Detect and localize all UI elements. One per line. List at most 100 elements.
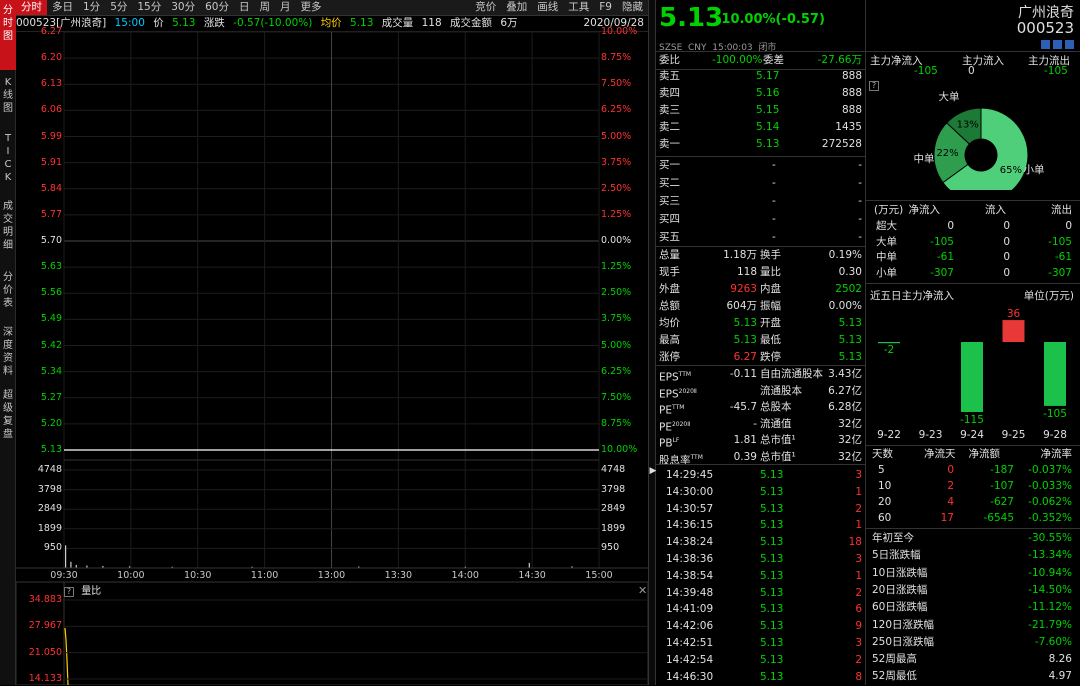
fin-label-sup: TTM — [678, 371, 692, 378]
tick-time: 14:42:06 — [666, 620, 714, 633]
tick-row[interactable]: 14:41:09 5.13 6 — [656, 601, 865, 618]
tick-time: 14:36:15 — [666, 519, 714, 532]
price-tick-label: 5.20 — [40, 417, 62, 429]
tick-price: 5.13 — [760, 519, 784, 532]
tick-row[interactable]: 14:36:15 5.13 1 — [656, 517, 865, 534]
capital-net: 0 — [947, 220, 954, 232]
stats-row: 总额 604万 振幅 0.00% — [656, 298, 865, 315]
days-net-amount: -187 — [990, 464, 1014, 476]
days-net-amount: -107 — [990, 480, 1014, 492]
ask-volume: 888 — [841, 87, 862, 99]
tick-time: 14:41:09 — [666, 603, 714, 616]
volume-tick-label: 2849 — [37, 503, 62, 515]
panel-splitter[interactable]: ▶ — [648, 0, 656, 685]
pct-tick-label: 2.50% — [601, 287, 632, 299]
perf-row: 120日涨跌幅 -21.79% — [866, 617, 1080, 634]
stat-label: 最低 — [760, 334, 781, 346]
perf-label: 250日涨跌幅 — [872, 635, 935, 648]
perf-label: 60日涨跌幅 — [872, 601, 928, 614]
tick-time: 14:46:30 — [666, 670, 714, 683]
pct-tick-label: 10.00% — [601, 444, 638, 455]
capital-col-head: 流入 — [985, 204, 1006, 216]
volume-tick-label-right: 3798 — [601, 483, 626, 495]
close-icon[interactable]: ✕ — [638, 584, 647, 597]
stat-value: 0.30 — [838, 266, 862, 278]
days-col-head: 天数 — [872, 448, 893, 460]
stats-row: 均价 5.13 开盘 5.13 — [656, 315, 865, 332]
weibi-value: -100.00% — [712, 54, 763, 66]
volume-tick-label: 4748 — [37, 464, 62, 475]
ask-price: 5.14 — [756, 121, 780, 133]
capital-row-name: 中单 — [876, 251, 897, 263]
edit-icon[interactable] — [1041, 40, 1050, 49]
tick-row[interactable]: 14:29:45 5.13 3 — [656, 467, 865, 484]
bid-volume: - — [858, 159, 862, 171]
tick-volume: 2 — [855, 653, 862, 666]
price-tick-label: 5.99 — [40, 130, 62, 142]
time-tick-label: 11:00 — [250, 570, 279, 581]
intraday-chart[interactable] — [0, 0, 648, 685]
tick-row[interactable]: 14:42:54 5.13 2 — [656, 652, 865, 669]
perf-value: -21.79% — [1028, 618, 1072, 631]
perf-value: 8.26 — [1048, 653, 1072, 666]
days-net-amount: -6545 — [983, 512, 1014, 524]
volume-tick-label-right: 2849 — [601, 503, 626, 515]
tick-row[interactable]: 14:46:30 5.13 8 — [656, 669, 865, 686]
fin-row: EPS2020Ⅱ 流通股本 6.27亿 — [656, 383, 865, 401]
perf-value: -30.55% — [1028, 532, 1072, 544]
days-row: 5 0 -187 -0.037% — [866, 462, 1080, 479]
stat-value: 5.13 — [838, 334, 862, 346]
price-tick-label: 5.27 — [40, 391, 62, 403]
tick-row[interactable]: 14:30:00 5.13 1 — [656, 484, 865, 501]
stat-value: 6.27 — [733, 351, 757, 363]
tick-row[interactable]: 14:30:57 5.13 2 — [656, 501, 865, 518]
ask-row[interactable]: 卖二 5.14 1435 — [656, 119, 865, 136]
bid-row[interactable]: 买四 - - — [656, 211, 865, 228]
tick-price: 5.13 — [760, 553, 784, 565]
tick-row[interactable]: 14:42:06 5.13 9 — [656, 618, 865, 635]
pct-tick-label: 8.75% — [601, 52, 632, 64]
tick-row[interactable]: 14:38:54 5.13 1 — [656, 568, 865, 585]
tick-row[interactable]: 14:39:48 5.13 2 — [656, 585, 865, 602]
settings-icon[interactable] — [1053, 40, 1062, 49]
days-net-days: 4 — [947, 496, 954, 508]
capital-net: -105 — [930, 235, 954, 248]
perf-row: 20日涨跌幅 -14.50% — [866, 582, 1080, 599]
pie-label: 中单 — [914, 152, 935, 165]
capital-col-head: (万元) — [874, 204, 904, 216]
tick-volume: 18 — [848, 536, 862, 549]
ask-row[interactable]: 卖四 5.16 888 — [656, 85, 865, 102]
tick-row[interactable]: 14:38:36 5.13 3 — [656, 551, 865, 568]
capital-table-head: (万元) 净流入 流入 流出 — [866, 202, 1080, 219]
bid-label: 买四 — [659, 213, 680, 225]
stat-value: 0.00% — [828, 300, 862, 312]
stat-label: 跌停 — [760, 351, 781, 363]
stat-value: 5.13 — [838, 351, 862, 363]
tick-volume: 6 — [855, 603, 862, 616]
perf-value: 4.97 — [1048, 670, 1072, 683]
days-net-days: 0 — [947, 464, 954, 476]
bid-row[interactable]: 买三 - - — [656, 193, 865, 210]
help-icon[interactable]: ? — [64, 587, 74, 597]
fin-value: 1.81 — [733, 434, 757, 446]
tick-price: 5.13 — [760, 653, 784, 666]
add-icon[interactable] — [1065, 40, 1074, 49]
five-day-bar — [1002, 320, 1025, 342]
price-tick-label: 5.49 — [40, 313, 62, 325]
five-day-date: 9-23 — [919, 429, 943, 441]
bid-row[interactable]: 买二 - - — [656, 175, 865, 192]
tick-row[interactable]: 14:38:24 5.13 18 — [656, 534, 865, 551]
ask-row[interactable]: 卖三 5.15 888 — [656, 102, 865, 119]
bid-row[interactable]: 买一 - - — [656, 157, 865, 174]
capital-col-head: 净流入 — [908, 204, 941, 216]
ask-row[interactable]: 卖五 5.17 888 — [656, 68, 865, 85]
bid-row[interactable]: 买五 - - — [656, 229, 865, 246]
stat-value: 1.18万 — [723, 249, 757, 261]
ask-row[interactable]: 卖一 5.13 272528 — [656, 136, 865, 153]
time-tick-label: 13:30 — [384, 570, 413, 581]
stat-value: 118 — [736, 266, 757, 278]
stat-label: 总量 — [659, 249, 680, 261]
capital-head-value: -105 — [1044, 65, 1068, 77]
time-tick-label: 10:00 — [117, 570, 145, 581]
tick-row[interactable]: 14:42:51 5.13 3 — [656, 635, 865, 652]
